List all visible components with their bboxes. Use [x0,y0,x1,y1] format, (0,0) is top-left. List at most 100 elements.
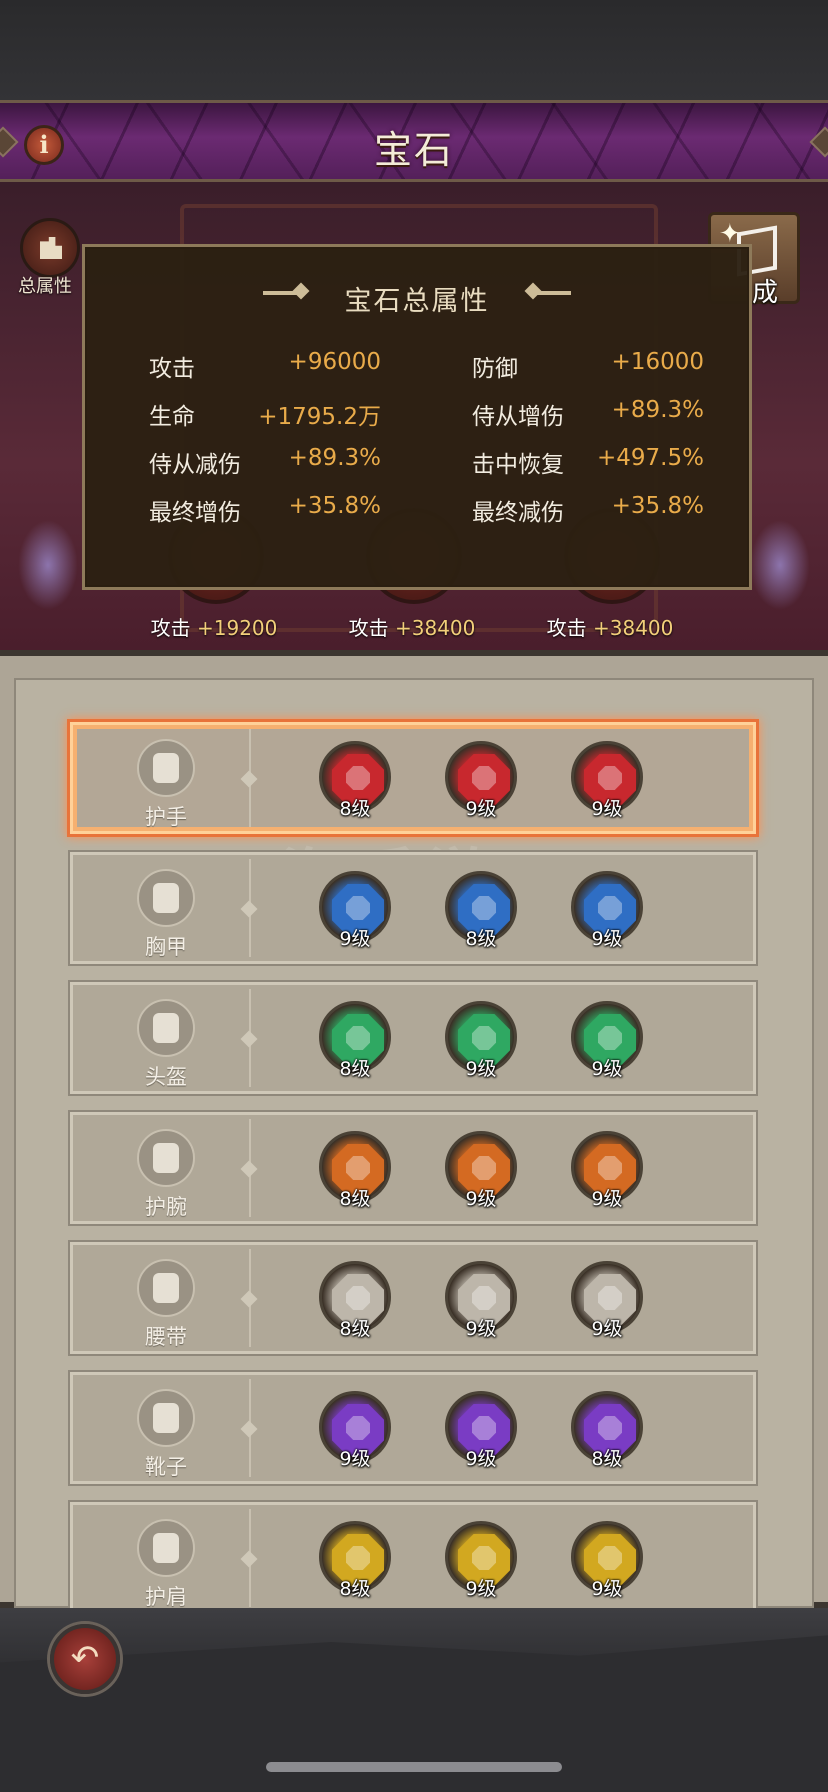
gem-level: 9级 [465,1058,497,1080]
gem-socket[interactable]: 9级 [445,1391,517,1470]
slot-caption-3: 攻击 +38400 [546,616,674,640]
gem-level: 8级 [591,1448,623,1470]
stat-row: 最终增伤 +35.8% [149,493,381,527]
equipment-icon [137,869,195,927]
equipment-icon [137,739,195,797]
stat-value: +89.3% [288,445,381,471]
equipment-icon [137,1129,195,1187]
stat-value: +1795.2万 [258,404,381,430]
stat-row: 最终减伤 +35.8% [472,493,704,527]
crystal-glow-icon [750,520,810,610]
gem-level: 9级 [465,1448,497,1470]
gem-socket[interactable]: 9级 [445,1131,517,1210]
gem-total-attributes-popup: 宝石总属性 攻击 +96000 防御 +16000 生命 +1795.2万 侍从… [82,244,752,590]
row-divider [249,859,251,957]
row-divider [249,1249,251,1347]
equipment-icon [137,1389,195,1447]
gem-socket[interactable]: 9级 [445,741,517,820]
gem-level: 9级 [465,1318,497,1340]
equipment-label: 护肩 [145,1585,187,1609]
gem-level: 8级 [339,1058,371,1080]
equipment-row[interactable]: 护腕 8级 9级 9级 [68,1110,758,1226]
gem-socket[interactable]: 9级 [571,1131,643,1210]
equipment-row[interactable]: 头盔 8级 9级 9级 [68,980,758,1096]
gem-socket[interactable]: 8级 [319,741,391,820]
equipment-row[interactable]: 护肩 8级 9级 9级 [68,1500,758,1616]
gem-level: 9级 [591,928,623,950]
equipment-icon [137,1259,195,1317]
equipment-label: 胸甲 [145,935,187,959]
gem-socket[interactable]: 9级 [571,1521,643,1600]
stat-value: +96000 [288,349,381,375]
page-title: 宝石 [373,128,454,172]
gem-socket[interactable]: 9级 [445,1521,517,1600]
gem-socket[interactable]: 9级 [571,1001,643,1080]
row-divider [249,1119,251,1217]
stat-value: +89.3% [611,397,704,423]
equipment-icon [137,999,195,1057]
stat-value: +16000 [611,349,704,375]
gem-level: 9级 [591,798,623,820]
equipment-label: 靴子 [145,1455,187,1479]
gem-level: 8级 [339,798,371,820]
gem-level: 8级 [339,1188,371,1210]
gem-socket[interactable]: 9级 [445,1001,517,1080]
ornament-right-icon [531,291,571,295]
row-divider [249,729,251,827]
gem-socket[interactable]: 8级 [319,1521,391,1600]
gem-socket[interactable]: 9级 [571,1261,643,1340]
stat-label: 防御 [472,356,518,382]
gem-socket[interactable]: 8级 [445,871,517,950]
stat-label: 侍从减伤 [149,452,241,478]
equipment-icon [137,1519,195,1577]
back-button[interactable]: ↶ [50,1624,120,1694]
stat-label: 最终减伤 [472,500,564,526]
gem-level: 8级 [339,1318,371,1340]
gem-socket[interactable]: 9级 [319,871,391,950]
home-indicator[interactable] [266,1762,562,1772]
stat-value: +497.5% [597,445,704,471]
equipment-row[interactable]: 腰带 8级 9级 9级 [68,1240,758,1356]
total-attributes-label: 总属性 [18,276,72,297]
chart-icon [40,237,62,259]
stat-value: +35.8% [288,493,381,519]
gem-socket[interactable]: 8级 [319,1261,391,1340]
equipment-label: 腰带 [145,1325,187,1349]
popup-title: 宝石总属性 [344,286,490,317]
gem-level: 9级 [465,1578,497,1600]
stat-label: 攻击 [149,356,195,382]
row-divider [249,989,251,1087]
stat-label: 生命 [149,404,195,430]
stat-label: 最终增伤 [149,500,241,526]
gem-socket[interactable]: 9级 [445,1261,517,1340]
gem-level: 9级 [591,1058,623,1080]
stat-row: 防御 +16000 [472,349,704,383]
slot-caption-1: 攻击 +19200 [150,616,278,640]
stat-row: 侍从增伤 +89.3% [472,397,704,431]
gem-level: 9级 [465,798,497,820]
gem-level: 9级 [465,1188,497,1210]
gem-socket[interactable]: 8级 [319,1001,391,1080]
gem-level: 9级 [591,1318,623,1340]
gem-level: 8级 [339,1578,371,1600]
gem-level: 9级 [591,1188,623,1210]
total-attributes-button[interactable] [20,218,80,278]
equipment-label: 护手 [145,805,187,829]
gem-socket[interactable]: 9级 [571,741,643,820]
gem-socket[interactable]: 8级 [571,1391,643,1470]
crystal-glow-icon [18,520,78,610]
gem-socket[interactable]: 9级 [571,871,643,950]
equipment-row[interactable]: 胸甲 9级 8级 9级 [68,850,758,966]
gem-level: 8级 [465,928,497,950]
equipment-label: 头盔 [145,1065,187,1089]
stat-label: 侍从增伤 [472,404,564,430]
gem-socket[interactable]: 8级 [319,1131,391,1210]
equipment-row[interactable]: 护手 8级 9级 9级 [67,719,759,837]
equipment-row[interactable]: 靴子 9级 9级 8级 [68,1370,758,1486]
gem-level: 9级 [339,1448,371,1470]
stat-row: 击中恢复 +497.5% [472,445,704,479]
gem-socket[interactable]: 9级 [319,1391,391,1470]
gem-level: 9级 [339,928,371,950]
row-divider [249,1509,251,1607]
stat-row: 攻击 +96000 [149,349,381,383]
